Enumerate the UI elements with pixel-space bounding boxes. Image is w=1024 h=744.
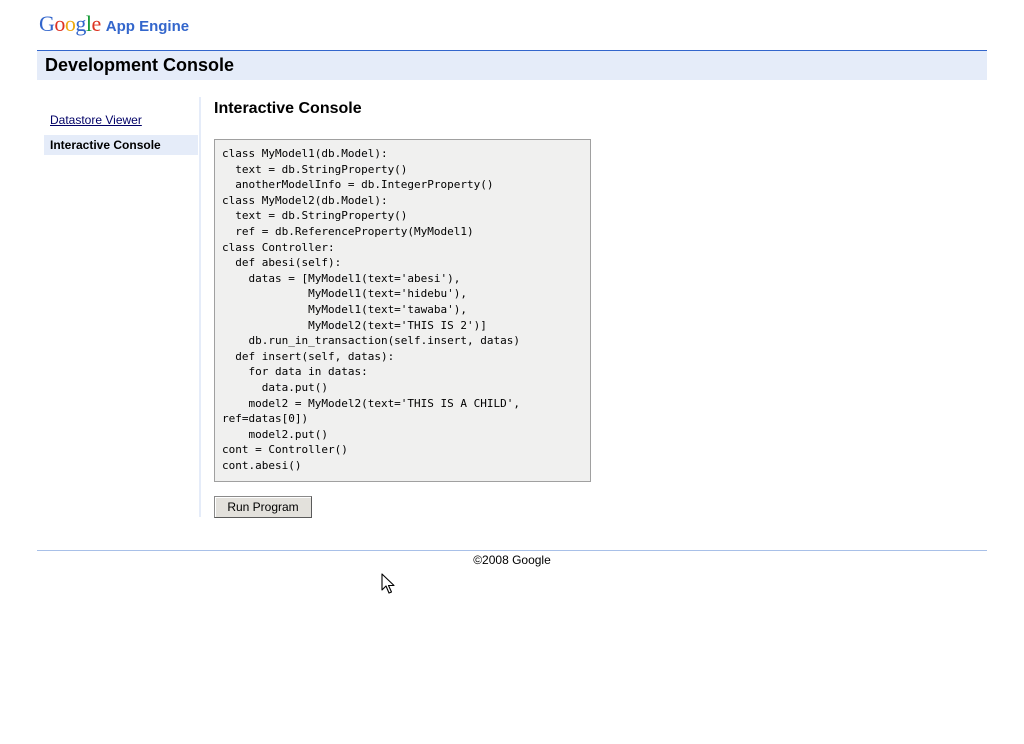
sidebar-divider [199, 97, 201, 517]
logo-letter: o [54, 11, 65, 36]
code-editor[interactable]: class MyModel1(db.Model): text = db.Stri… [214, 139, 591, 482]
section-heading: Interactive Console [214, 100, 362, 117]
footer-copyright: ©2008 Google [473, 553, 551, 567]
logo-letter: g [75, 11, 86, 36]
logo-letter: G [39, 11, 55, 36]
logo-letter: e [91, 11, 102, 36]
product-name: App Engine [105, 18, 190, 35]
footer-divider [37, 550, 987, 551]
sidebar-nav: Datastore Viewer Interactive Console [44, 110, 198, 155]
app-engine-logo[interactable]: Google App Engine [39, 11, 189, 37]
logo-letter: o [64, 11, 76, 36]
page-title: Development Console [45, 55, 235, 75]
google-logo-wordmark: Google [39, 11, 101, 37]
sidebar-item-datastore-viewer[interactable]: Datastore Viewer [44, 110, 198, 130]
sidebar-item-interactive-console[interactable]: Interactive Console [44, 135, 198, 155]
run-program-button[interactable]: Run Program [214, 496, 312, 518]
mouse-pointer-icon [381, 573, 395, 594]
main-content: Interactive Console class MyModel1(db.Mo… [214, 97, 591, 518]
title-bar: Development Console [37, 50, 987, 80]
